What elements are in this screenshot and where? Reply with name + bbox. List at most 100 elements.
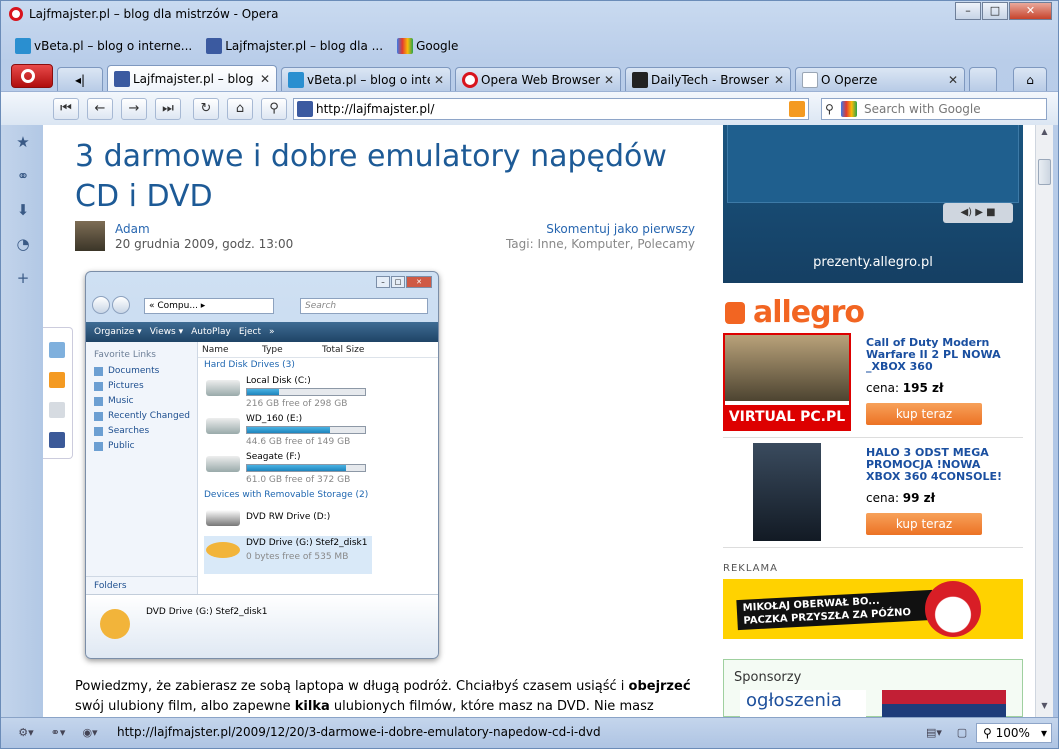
author-avatar bbox=[75, 221, 105, 251]
fast-forward-button[interactable]: ⏭ bbox=[155, 98, 181, 120]
history-panel-icon[interactable]: ◔ bbox=[14, 235, 32, 253]
trash-icon: ⌂ bbox=[1026, 72, 1034, 87]
close-tab-icon[interactable]: ✕ bbox=[260, 72, 270, 86]
allegro-logo[interactable]: allegro bbox=[725, 295, 865, 330]
back-button[interactable]: ← bbox=[87, 98, 113, 120]
mail-icon[interactable] bbox=[49, 402, 65, 418]
google-favicon-icon bbox=[397, 38, 414, 54]
sponsor-flag-image[interactable] bbox=[882, 690, 1006, 717]
opera-menu-button[interactable] bbox=[11, 64, 53, 88]
product-image[interactable] bbox=[753, 443, 821, 541]
bookmark-lajfmajster[interactable]: Lajfmajster.pl – blog dla ... bbox=[206, 38, 383, 54]
article-screenshot-explorer: – □ ✕ « Compu... ▸ Search Organize ▾ Views… bbox=[85, 271, 439, 659]
search-input[interactable]: ⚲ Search with Google bbox=[821, 98, 1047, 120]
back-tab-icon: ◂| bbox=[74, 72, 86, 87]
unite-status-icon[interactable]: ⚭▾ bbox=[47, 726, 69, 740]
tab-opera[interactable]: Opera Web Browser | ... ✕ bbox=[455, 67, 621, 91]
share-icon[interactable] bbox=[49, 342, 65, 358]
web-page: 3 darmowe i dobre emulatory napędów CD i… bbox=[43, 125, 1035, 717]
vbeta-favicon-icon bbox=[15, 38, 31, 54]
explorer-search: Search bbox=[300, 298, 428, 314]
article-title[interactable]: 3 darmowe i dobre emulatory napędów CD i… bbox=[75, 137, 695, 217]
sponsors-box: Sponsorzy ogłoszenia bbox=[723, 659, 1023, 717]
tab-history-button[interactable]: ◂| bbox=[57, 67, 103, 91]
rewind-button[interactable]: ⏮ bbox=[53, 98, 79, 120]
close-window-button[interactable]: ✕ bbox=[1009, 2, 1052, 20]
explorer-address: « Compu... ▸ bbox=[144, 298, 274, 314]
media-controls[interactable]: ◀) ▶ ■ bbox=[943, 203, 1013, 223]
zoom-select[interactable]: ⚲ 100% ▾ bbox=[976, 723, 1052, 743]
unite-panel-icon[interactable]: ⚭ bbox=[14, 167, 32, 185]
post-tags: Tagi: Inne, Komputer, Polecamy bbox=[505, 237, 695, 251]
product-item: VIRTUAL PC.PL Call of Duty Modern Warfar… bbox=[723, 333, 1023, 433]
buy-now-button[interactable]: kup teraz bbox=[866, 513, 982, 535]
product-name[interactable]: Call of Duty Modern Warfare II 2 PL NOWA… bbox=[866, 337, 1006, 373]
product-price: 99 zł bbox=[902, 491, 936, 505]
new-tab-button[interactable] bbox=[969, 67, 997, 91]
tab-dailytech[interactable]: DailyTech - Browser ... ✕ bbox=[625, 67, 791, 91]
rss-icon[interactable] bbox=[49, 372, 65, 388]
vertical-scrollbar[interactable]: ▲ ▼ bbox=[1035, 125, 1053, 717]
bookmark-vbeta[interactable]: vBeta.pl – blog o interne... bbox=[15, 38, 192, 54]
close-tab-icon[interactable]: ✕ bbox=[604, 73, 614, 87]
scroll-up-icon[interactable]: ▲ bbox=[1038, 127, 1051, 141]
tab-vbeta[interactable]: vBeta.pl – blog o inter... ✕ bbox=[281, 67, 451, 91]
facebook-icon[interactable] bbox=[49, 432, 65, 448]
comment-link[interactable]: Skomentuj jako pierwszy bbox=[546, 222, 695, 236]
explorer-window-controls: – □ ✕ bbox=[375, 276, 432, 288]
search-placeholder: Search with Google bbox=[864, 102, 981, 116]
minimize-button[interactable]: – bbox=[955, 2, 981, 20]
navigation-bar: ⏮ ← → ⏭ ↻ ⌂ ⚲ http://lajfmajster.pl/ ⚲ S… bbox=[1, 91, 1058, 125]
trash-button[interactable]: ⌂ bbox=[1013, 67, 1047, 91]
tab-o-operze[interactable]: O Operze ✕ bbox=[795, 67, 965, 91]
close-tab-icon[interactable]: ✕ bbox=[774, 73, 784, 87]
ad-banner[interactable]: MIKOŁAJ OBERWAŁ BO... PACZKA PRZYSZŁA ZA … bbox=[723, 579, 1023, 639]
sponsor-link[interactable]: ogłoszenia bbox=[740, 690, 866, 717]
explorer-toolbar: Organize ▾ Views ▾ AutoPlay Eject » bbox=[86, 322, 438, 342]
lajfmajster-favicon-icon bbox=[297, 101, 313, 117]
drive-usage-bar bbox=[247, 427, 330, 433]
address-field[interactable]: http://lajfmajster.pl/ bbox=[293, 98, 809, 120]
status-bar: ⚙▾ ⚭▾ ◉▾ http://lajfmajster.pl/2009/12/2… bbox=[1, 717, 1058, 748]
window-title: Lajfmajster.pl – blog dla mistrzów - Ope… bbox=[29, 7, 279, 21]
security-icon[interactable]: ◉▾ bbox=[79, 726, 101, 740]
rss-icon[interactable] bbox=[789, 101, 805, 117]
drive-usage-bar bbox=[247, 465, 347, 471]
close-tab-icon[interactable]: ✕ bbox=[948, 73, 958, 87]
bookmarks-panel-icon[interactable]: ★ bbox=[14, 133, 32, 151]
product-name[interactable]: HALO 3 ODST MEGA PROMOCJA !NOWA XBOX 360… bbox=[866, 447, 1006, 483]
scroll-thumb[interactable] bbox=[1038, 159, 1051, 185]
close-tab-icon[interactable]: ✕ bbox=[434, 73, 444, 87]
panel-toggle-icon[interactable]: ▤▾ bbox=[923, 726, 945, 740]
buy-now-button[interactable]: kup teraz bbox=[866, 403, 982, 425]
google-favicon-icon bbox=[841, 101, 857, 117]
zoom-icon: ⚲ bbox=[983, 726, 996, 740]
chevron-down-icon: ▾ bbox=[1040, 726, 1047, 740]
page-favicon-icon bbox=[802, 71, 818, 88]
wand-button[interactable]: ⚲ bbox=[261, 98, 287, 120]
status-url: http://lajfmajster.pl/2009/12/20/3-darmo… bbox=[117, 725, 601, 739]
add-panel-icon[interactable]: + bbox=[14, 269, 32, 287]
view-icon[interactable]: ▢ bbox=[951, 726, 973, 740]
allegro-banner[interactable]: ◀) ▶ ■ prezenty.allegro.pl bbox=[723, 125, 1023, 283]
explorer-forward-icon bbox=[112, 296, 130, 314]
scroll-down-icon[interactable]: ▼ bbox=[1038, 701, 1051, 715]
hand-icon bbox=[725, 302, 745, 324]
downloads-panel-icon[interactable]: ⬇ bbox=[14, 201, 32, 219]
title-bar: Lajfmajster.pl – blog dla mistrzów - Ope… bbox=[1, 1, 1058, 29]
browser-window: Lajfmajster.pl – blog dla mistrzów - Ope… bbox=[0, 0, 1059, 749]
product-image[interactable]: VIRTUAL PC.PL bbox=[723, 333, 851, 431]
search-icon: ⚲ bbox=[825, 102, 834, 116]
turbo-icon[interactable]: ⚙▾ bbox=[15, 726, 37, 740]
forward-button[interactable]: → bbox=[121, 98, 147, 120]
reload-button[interactable]: ↻ bbox=[193, 98, 219, 120]
bookmark-google[interactable]: Google bbox=[397, 38, 458, 54]
home-button[interactable]: ⌂ bbox=[227, 98, 253, 120]
author-link[interactable]: Adam bbox=[115, 222, 150, 236]
drive-usage-bar bbox=[247, 389, 279, 395]
dailytech-favicon-icon bbox=[632, 71, 648, 88]
drive-item: DVD RW Drive (D:) bbox=[204, 504, 438, 536]
maximize-button[interactable]: □ bbox=[982, 2, 1008, 20]
opera-logo-icon bbox=[9, 7, 23, 21]
tab-lajfmajster[interactable]: Lajfmajster.pl – blog ... ✕ bbox=[107, 65, 277, 92]
